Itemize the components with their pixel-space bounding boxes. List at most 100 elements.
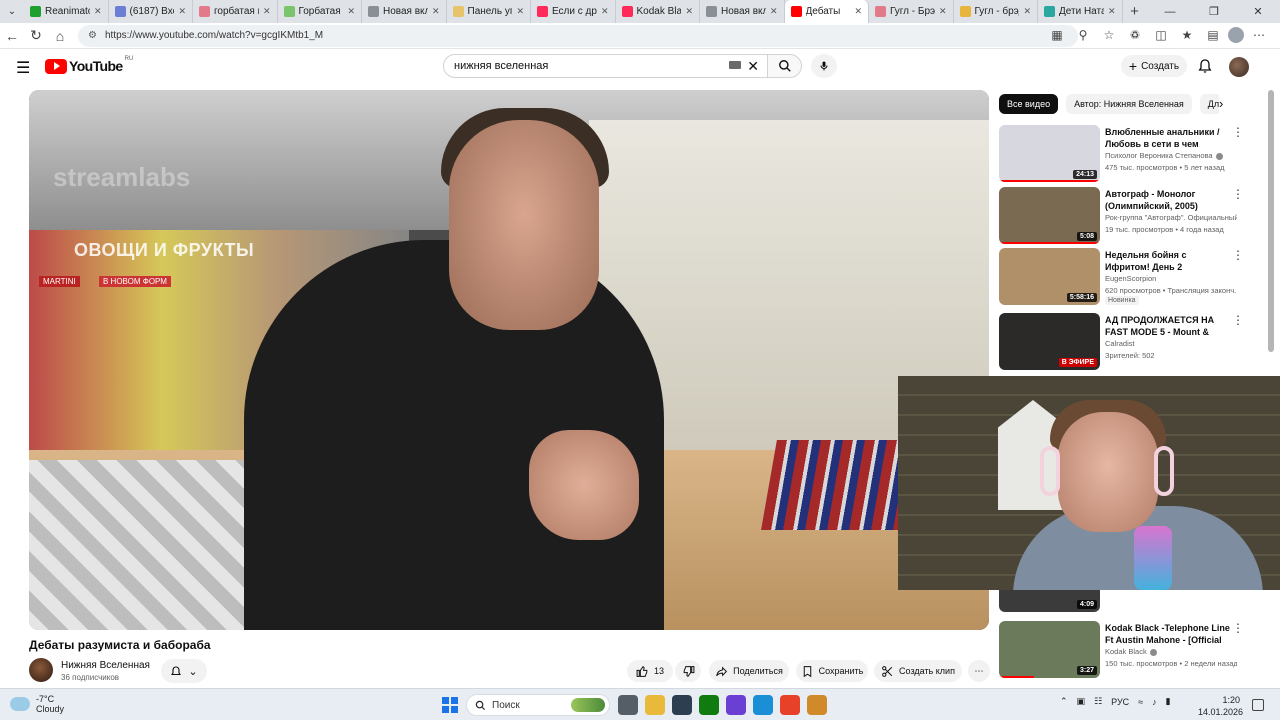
tab-close-icon[interactable]: ✕ xyxy=(685,6,693,17)
wifi-icon[interactable]: ≈ xyxy=(1138,697,1143,707)
reload-icon[interactable]: ↻ xyxy=(24,24,48,48)
split-screen-icon[interactable]: ◫ xyxy=(1150,24,1172,46)
recommendation-thumbnail[interactable]: 5:08 xyxy=(999,187,1100,244)
recommendation-item[interactable]: 5:58:16 Недельня бойня с Ифритом! День 2E… xyxy=(999,248,1249,306)
favorite-star-icon[interactable]: ☆ xyxy=(1098,24,1120,46)
search-input[interactable]: нижняя вселенная ✕ xyxy=(443,54,768,78)
browser-tab[interactable]: Дебаты ✕ xyxy=(784,0,869,23)
start-windows-icon[interactable] xyxy=(442,697,458,713)
more-actions-button[interactable]: ⋯ xyxy=(968,660,990,682)
site-info-icon[interactable]: ⚙ xyxy=(88,30,97,41)
browser-tab[interactable]: Новая вклад ✕ xyxy=(700,0,785,23)
save-button[interactable]: Сохранить xyxy=(796,660,868,682)
tab-close-icon[interactable]: ✕ xyxy=(347,6,355,17)
browser-tab[interactable]: (6187) Входя✕ xyxy=(109,0,193,23)
browser-tab[interactable]: Горбатая Го✕ xyxy=(278,0,362,23)
create-button[interactable]: + Создать xyxy=(1121,55,1187,77)
dislike-button[interactable] xyxy=(675,660,701,682)
recommendation-title[interactable]: Автограф - Монолог (Олимпийский, 2005) xyxy=(1105,188,1233,212)
filter-chip[interactable]: Для вас xyxy=(1199,94,1219,114)
tab-close-icon[interactable]: ✕ xyxy=(939,6,947,17)
browser-tab[interactable]: Гугл - Брэд ✕ xyxy=(869,0,954,23)
taskbar-app-icon[interactable] xyxy=(807,695,827,715)
tab-close-icon[interactable]: ✕ xyxy=(432,6,440,17)
zoom-icon[interactable]: ⚲ xyxy=(1072,24,1094,46)
recommendation-partial[interactable]: 4:09 xyxy=(999,590,1249,612)
recommendation-channel[interactable]: Психолог Вероника Степанова xyxy=(1105,151,1237,160)
tray-app-icon[interactable]: ☷ xyxy=(1094,696,1102,707)
battery-icon[interactable]: ▮ xyxy=(1166,696,1171,707)
new-tab-button[interactable]: + xyxy=(1123,3,1147,20)
notification-center-icon[interactable] xyxy=(1252,699,1264,711)
more-options-icon[interactable]: ⋮ xyxy=(1232,125,1244,139)
tab-close-icon[interactable]: ✕ xyxy=(854,6,862,17)
recommendation-thumbnail[interactable]: 24:13 xyxy=(999,125,1100,182)
recommendation-item[interactable]: 3:27 Kodak Black -Telephone Line Ft Austi… xyxy=(999,621,1249,679)
chips-next-icon[interactable]: › xyxy=(1219,96,1223,111)
browser-tab[interactable]: ReanimatoR ✕ xyxy=(24,0,109,23)
recommendation-title[interactable]: Недельня бойня с Ифритом! День 2 xyxy=(1105,249,1233,273)
taskbar-app-icon[interactable] xyxy=(618,695,638,715)
browser-tab[interactable]: горбатая гор ✕ xyxy=(193,0,278,23)
channel-name[interactable]: Нижняя Вселенная xyxy=(61,660,150,671)
clip-button[interactable]: Создать клип xyxy=(874,660,962,682)
browser-tab[interactable]: Дети Натал ✕ xyxy=(1038,0,1123,23)
taskbar-app-icon[interactable] xyxy=(753,695,773,715)
favorites-icon[interactable]: ★ xyxy=(1176,24,1198,46)
tray-chevron-icon[interactable]: ⌃ xyxy=(1060,696,1068,707)
minimize-icon[interactable]: — xyxy=(1148,0,1192,23)
volume-icon[interactable]: ♪ xyxy=(1152,697,1157,707)
subscription-bell-button[interactable]: ⌄ xyxy=(161,659,207,683)
collections-icon[interactable]: ▤ xyxy=(1202,24,1224,46)
recommendation-channel[interactable]: Рок-группа "Автограф". Официальный ... xyxy=(1105,213,1237,222)
recommendation-title[interactable]: Kodak Black -Telephone Line Ft Austin Ma… xyxy=(1105,622,1233,646)
keyboard-icon[interactable] xyxy=(729,61,741,69)
like-button[interactable]: 13 xyxy=(627,660,673,682)
browser-tab[interactable]: Гугл - брэд ✕ xyxy=(954,0,1038,23)
voice-search-button[interactable] xyxy=(811,54,837,78)
tab-close-icon[interactable]: ✕ xyxy=(94,6,102,17)
browser-tab[interactable]: Kodak Black✕ xyxy=(616,0,700,23)
browser-tab[interactable]: Если с друг ✕ xyxy=(531,0,616,23)
youtube-logo[interactable]: YouTube RU xyxy=(45,56,133,74)
tab-close-icon[interactable]: ✕ xyxy=(770,6,778,17)
taskbar-app-icon[interactable] xyxy=(645,695,665,715)
recommendation-thumbnail[interactable]: 3:27 xyxy=(999,621,1100,678)
recommendation-channel[interactable]: Kodak Black xyxy=(1105,647,1237,656)
tab-close-icon[interactable]: ✕ xyxy=(516,6,524,17)
more-menu-icon[interactable]: ⋯ xyxy=(1248,24,1270,46)
more-options-icon[interactable]: ⋮ xyxy=(1232,621,1244,635)
video-player[interactable]: streamlabs ОВОЩИ И ФРУКТЫ MARTINI В НОВО… xyxy=(29,90,989,630)
tab-close-icon[interactable]: ✕ xyxy=(263,6,271,17)
tab-close-icon[interactable]: ✕ xyxy=(178,6,186,17)
translate-icon[interactable]: ▦ xyxy=(1046,24,1068,46)
tab-search-chevron-icon[interactable]: ⌄ xyxy=(0,0,24,23)
more-options-icon[interactable]: ⋮ xyxy=(1232,313,1244,327)
recommendation-thumbnail[interactable]: 5:58:16 xyxy=(999,248,1100,305)
account-avatar[interactable] xyxy=(1229,57,1249,77)
home-icon[interactable]: ⌂ xyxy=(48,24,72,48)
url-field[interactable]: ⚙ https://www.youtube.com/watch?v=gcgIKM… xyxy=(78,24,1078,47)
search-button[interactable] xyxy=(768,54,802,78)
browser-tab[interactable]: Новая вклад ✕ xyxy=(362,0,447,23)
recommendation-item[interactable]: 24:13 Влюбленные анальники / Любовь в сет… xyxy=(999,125,1249,183)
filter-chip[interactable]: Все видео xyxy=(999,94,1059,114)
recommendation-channel[interactable]: EugenScorpion xyxy=(1105,274,1237,283)
back-arrow-icon[interactable]: ← xyxy=(0,24,24,48)
tab-close-icon[interactable]: ✕ xyxy=(1023,6,1031,17)
channel-avatar[interactable] xyxy=(29,658,53,682)
notifications-bell-icon[interactable] xyxy=(1197,57,1213,75)
taskbar-app-icon[interactable] xyxy=(780,695,800,715)
recommendation-title[interactable]: Влюбленные анальники / Любовь в сети в ч… xyxy=(1105,126,1233,150)
tab-close-icon[interactable]: ✕ xyxy=(601,6,609,17)
taskbar-search[interactable]: Поиск xyxy=(466,694,610,716)
recommendation-item[interactable]: В ЭФИРЕ АД ПРОДОЛЖАЕТСЯ НА FAST MODE 5 - … xyxy=(999,313,1249,371)
clear-search-icon[interactable]: ✕ xyxy=(747,58,759,75)
tab-close-icon[interactable]: ✕ xyxy=(1108,6,1116,17)
browser-tab[interactable]: Панель упр✕ xyxy=(447,0,531,23)
taskbar-app-icon[interactable] xyxy=(699,695,719,715)
taskbar-app-icon[interactable] xyxy=(672,695,692,715)
more-options-icon[interactable]: ⋮ xyxy=(1232,187,1244,201)
weather-widget[interactable]: -7°C Cloudy xyxy=(10,694,64,714)
extensions-icon[interactable]: ♽ xyxy=(1124,24,1146,46)
